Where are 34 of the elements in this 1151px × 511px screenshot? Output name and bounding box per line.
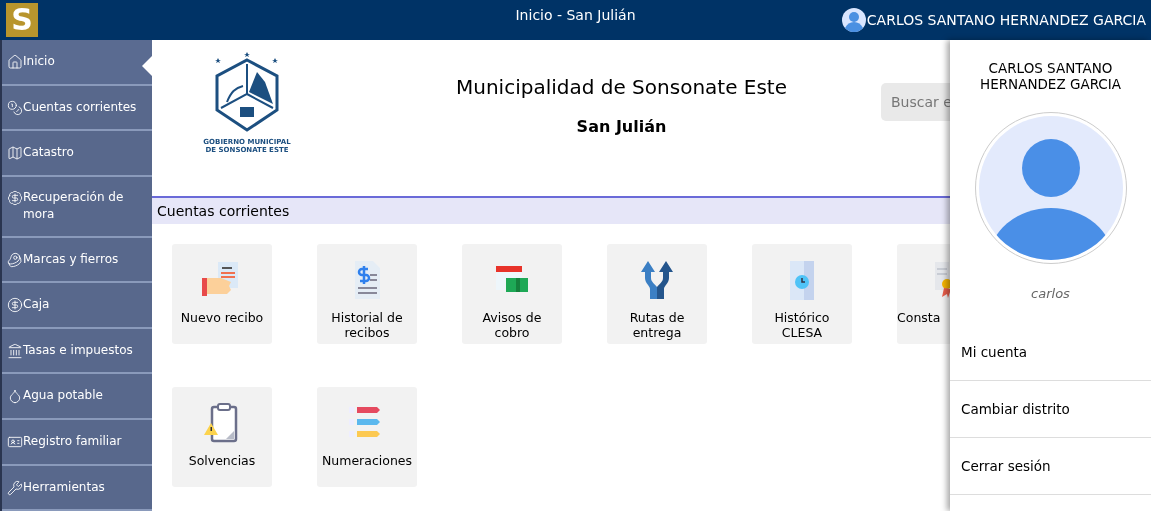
sidebar-item[interactable]: Registro familiar <box>2 420 152 466</box>
panel-username: carlos <box>1030 285 1071 303</box>
menu-card[interactable]: Rutas de entrega <box>607 244 707 344</box>
menu-card[interactable]: Numeraciones <box>317 387 417 487</box>
menu-card[interactable]: Avisos de cobro <box>462 244 562 344</box>
user-name[interactable]: CARLOS SANTANO HERNANDEZ GARCIA <box>866 9 1146 31</box>
sidebar-item[interactable]: Tasas e impuestos <box>2 328 152 375</box>
district-subtitle: San Julián <box>576 116 667 138</box>
user-avatar-icon[interactable] <box>841 8 866 32</box>
panel-menu-item[interactable]: Cerrar sesión <box>950 437 1151 495</box>
map-icon <box>7 145 23 162</box>
menu-card[interactable]: Nuevo recibo <box>172 244 272 344</box>
sidebar-item[interactable]: Caja <box>2 283 152 329</box>
menu-card[interactable]: Historial de recibos <box>317 244 417 344</box>
house-icon <box>7 54 23 70</box>
menu-card[interactable]: Consta <box>897 244 952 344</box>
selection-notch <box>142 56 152 76</box>
municipality-title: Municipalidad de Sonsonate Este <box>455 74 787 101</box>
page-title: Inicio - San Julián <box>515 5 636 25</box>
sidebar-item[interactable]: Cuentas corrientes <box>2 85 152 132</box>
dollar-coin-icon <box>7 297 23 314</box>
sidebar-item[interactable]: Marcas y fierros <box>2 237 152 284</box>
menu-card[interactable]: Solvencias <box>172 387 272 487</box>
sidebar-item[interactable]: Agua potable <box>2 374 152 420</box>
id-card-icon <box>7 434 23 450</box>
sidebar-item[interactable]: Inicio <box>2 40 152 86</box>
sidebar-item[interactable]: Catastro <box>2 131 152 177</box>
panel-menu-item[interactable]: Cambiar distrito <box>950 380 1151 438</box>
bank-icon <box>7 342 23 359</box>
coins-icon <box>7 99 23 116</box>
sidebar-item[interactable]: Herramientas <box>2 465 152 511</box>
panel-menu-item[interactable]: Mi cuenta <box>950 323 1151 381</box>
menu-card[interactable]: Histórico CLESA <box>752 244 852 344</box>
panel-user-name: CARLOS SANTANO HERNANDEZ GARCIA <box>979 60 1122 92</box>
